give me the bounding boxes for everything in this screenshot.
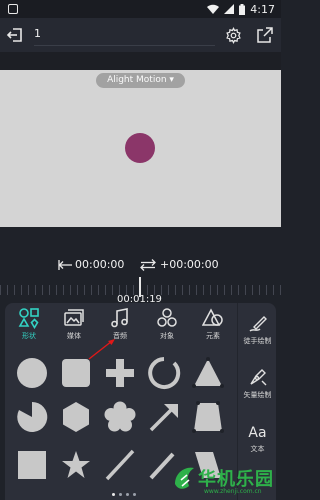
tab-label: 媒体 bbox=[67, 332, 81, 340]
shape-star[interactable] bbox=[59, 448, 93, 482]
tab-objects[interactable]: 对象 bbox=[145, 307, 189, 345]
rounded-square-icon bbox=[62, 359, 90, 387]
music-note-icon bbox=[111, 308, 128, 328]
shape-square[interactable] bbox=[15, 448, 49, 482]
page-dot bbox=[119, 493, 122, 496]
text-button[interactable]: Aa 文本 bbox=[238, 425, 277, 454]
shape-plus[interactable] bbox=[103, 356, 137, 390]
shape-flower[interactable] bbox=[103, 400, 137, 434]
freehand-pen-icon bbox=[249, 316, 267, 332]
line-icon bbox=[105, 449, 135, 481]
category-tabs: 形状 媒体 音频 对象 元素 bbox=[5, 303, 237, 345]
swap-icon bbox=[140, 258, 156, 271]
square-icon bbox=[18, 451, 46, 479]
arrow-icon bbox=[149, 404, 178, 432]
freehand-draw-button[interactable]: 徒手绘制 bbox=[238, 313, 277, 346]
preview-top-band bbox=[0, 52, 281, 70]
vector-label: 矢量绘制 bbox=[243, 391, 272, 399]
notification-icon bbox=[8, 4, 18, 14]
shape-pie[interactable] bbox=[15, 400, 49, 434]
vector-draw-button[interactable]: 矢量绘制 bbox=[238, 367, 277, 400]
share-icon[interactable] bbox=[257, 27, 273, 43]
star-icon bbox=[62, 451, 90, 478]
brand-logo-icon bbox=[175, 467, 194, 489]
shape-rounded-square[interactable] bbox=[59, 356, 93, 390]
elements-icon bbox=[202, 308, 223, 326]
battery-icon bbox=[239, 3, 246, 15]
canvas-preview[interactable]: Alight Motion ▾ bbox=[0, 70, 281, 227]
shape-circle[interactable] bbox=[15, 356, 49, 390]
shape-trapezoid[interactable] bbox=[191, 400, 225, 434]
tab-shapes[interactable]: 形状 bbox=[7, 307, 51, 345]
shape-arrow[interactable] bbox=[147, 400, 181, 434]
exit-icon[interactable] bbox=[6, 26, 24, 44]
annotation-arrow-icon bbox=[88, 339, 115, 360]
brand-url: www.zhenji.com.cn bbox=[204, 488, 262, 495]
clock: 4:17 bbox=[250, 2, 275, 16]
in-time: 00:00:00 bbox=[75, 258, 125, 271]
tab-label: 形状 bbox=[22, 332, 36, 340]
app-root: 4:17 1 Alight Motion ▾ 00:00:00 +00:00:0… bbox=[0, 0, 281, 500]
offset-time: +00:00:00 bbox=[160, 258, 219, 271]
shapes-icon bbox=[18, 308, 39, 329]
shape-arc[interactable] bbox=[147, 356, 181, 390]
tab-label: 对象 bbox=[160, 332, 174, 340]
text-label: 文本 bbox=[250, 445, 265, 453]
pie-icon bbox=[17, 401, 48, 432]
shape-hexagon[interactable] bbox=[59, 400, 93, 434]
shape-line[interactable] bbox=[103, 448, 137, 482]
project-name-underline bbox=[34, 45, 215, 46]
offset-time-control[interactable]: +00:00:00 bbox=[140, 258, 219, 271]
text-icon: Aa bbox=[248, 425, 267, 441]
tab-elements[interactable]: 元素 bbox=[191, 307, 235, 345]
status-bar: 4:17 bbox=[0, 0, 281, 18]
triangle-icon bbox=[192, 357, 224, 388]
arc-icon bbox=[148, 357, 181, 389]
project-name[interactable]: 1 bbox=[34, 27, 41, 40]
circle-icon bbox=[17, 358, 47, 388]
jump-to-start-icon bbox=[58, 259, 72, 270]
plus-icon bbox=[106, 359, 134, 387]
objects-icon bbox=[157, 308, 177, 327]
site-watermark: 华机乐园 www.zhenji.com.cn bbox=[170, 462, 281, 500]
page-dot bbox=[112, 493, 115, 496]
media-icon bbox=[64, 309, 84, 326]
wifi-icon bbox=[207, 4, 220, 14]
watermark-badge[interactable]: Alight Motion ▾ bbox=[96, 73, 185, 88]
flower-icon bbox=[104, 401, 136, 432]
signal-icon bbox=[224, 4, 235, 14]
status-indicators: 4:17 bbox=[207, 2, 275, 16]
freehand-label: 徒手绘制 bbox=[243, 337, 272, 345]
tab-label: 元素 bbox=[206, 332, 220, 340]
in-time-control[interactable]: 00:00:00 bbox=[58, 258, 124, 271]
top-toolbar: 1 bbox=[0, 18, 281, 52]
circle-layer[interactable] bbox=[125, 133, 155, 163]
page-dot bbox=[133, 493, 136, 496]
vector-pen-icon bbox=[249, 369, 266, 386]
page-dot bbox=[126, 493, 129, 496]
hexagon-icon bbox=[63, 402, 89, 432]
gear-icon[interactable] bbox=[225, 27, 242, 44]
shape-triangle[interactable] bbox=[191, 356, 225, 390]
trapezoid-icon bbox=[192, 401, 224, 433]
page-indicator bbox=[112, 493, 136, 496]
